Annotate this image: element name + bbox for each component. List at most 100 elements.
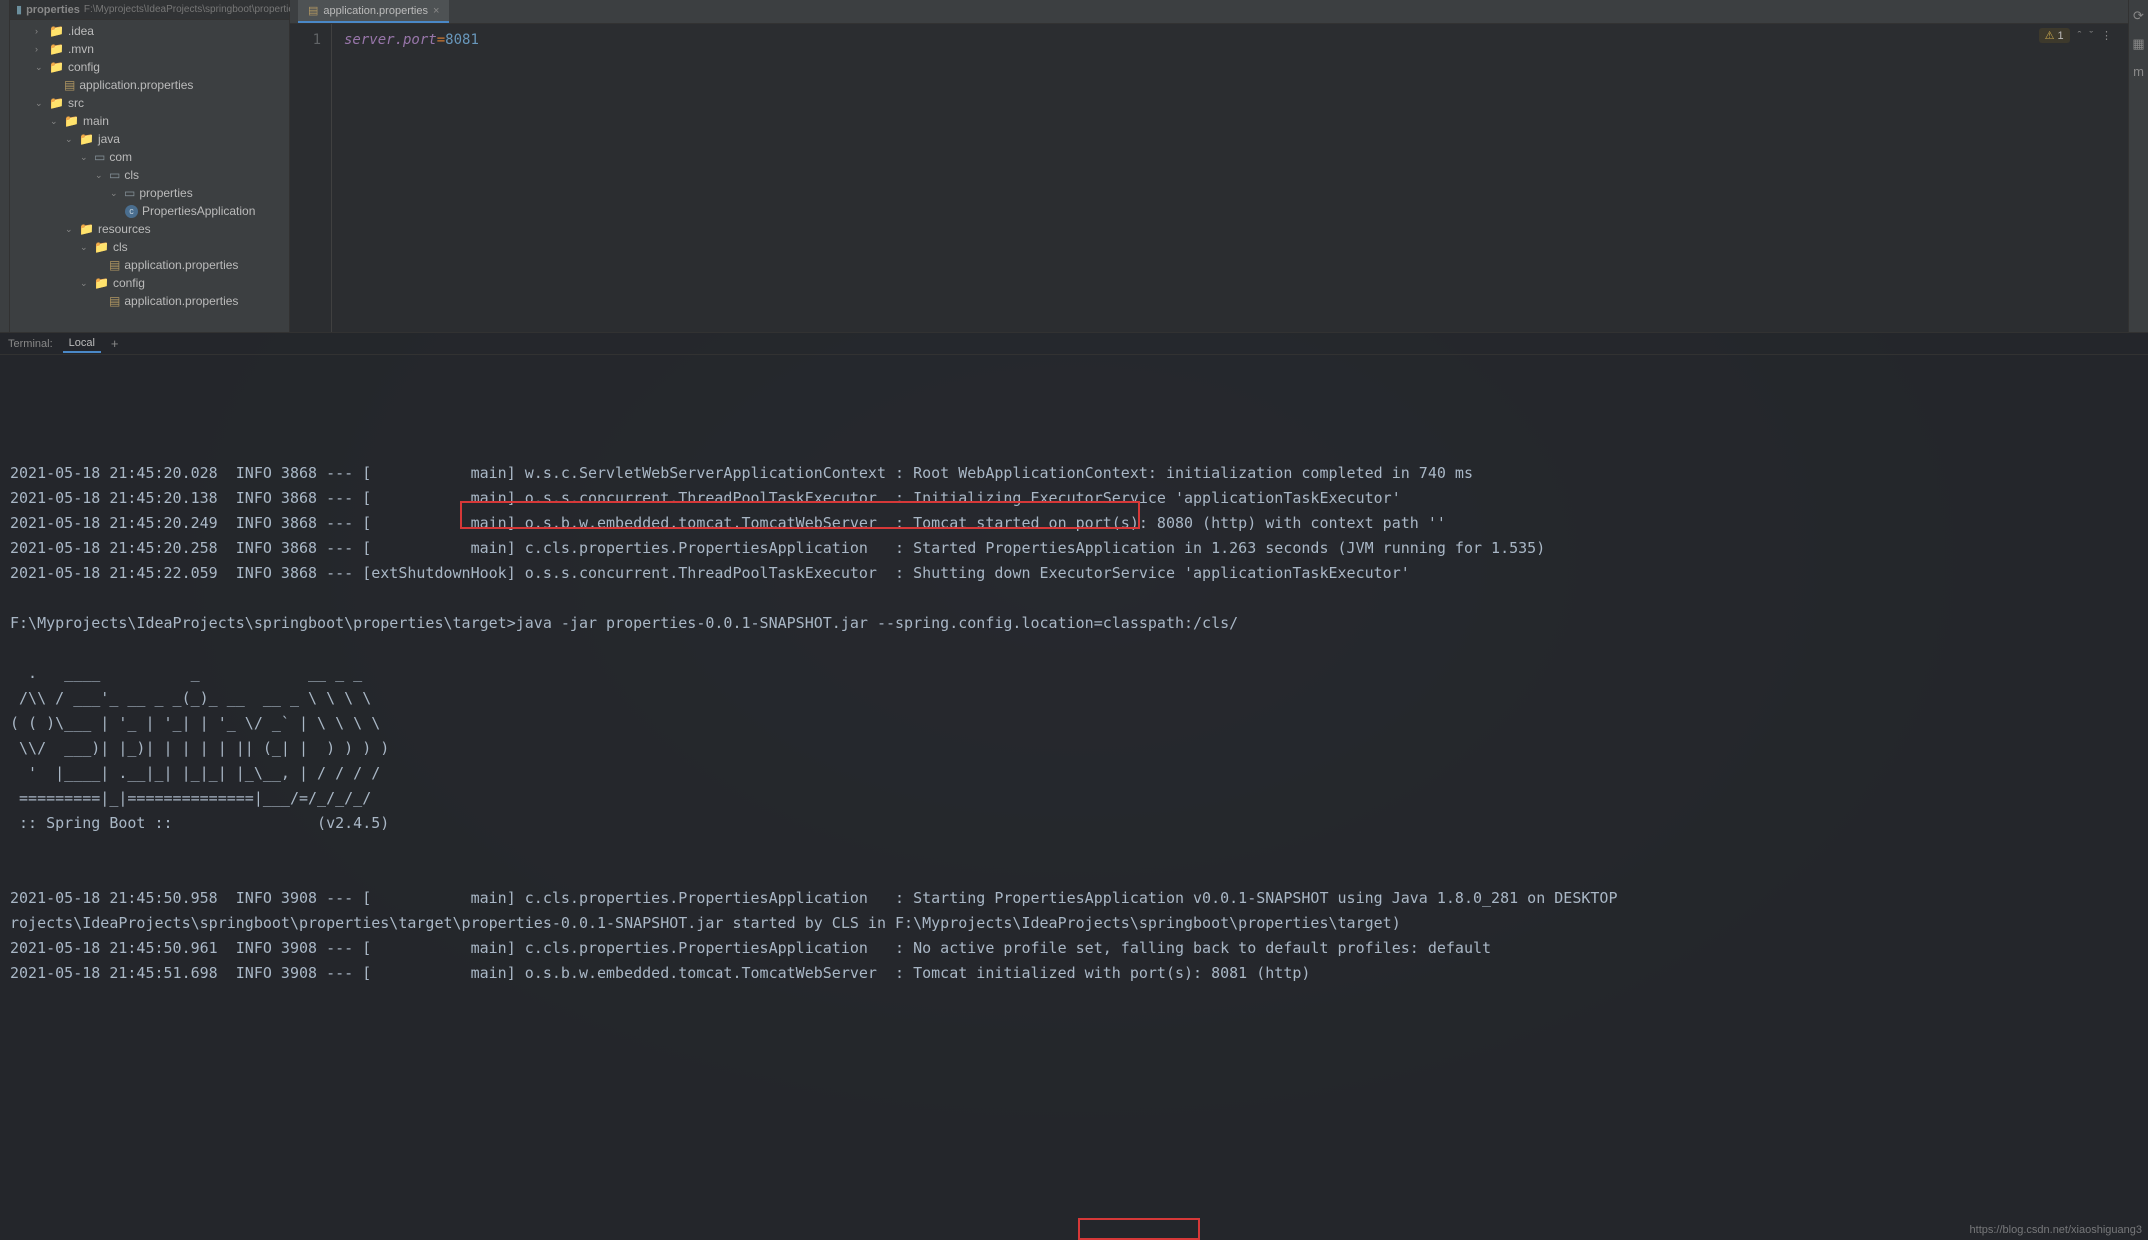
tree-item-config-app[interactable]: ▤application.properties bbox=[10, 76, 289, 94]
tree-item-properties-pkg[interactable]: ⌄▭properties bbox=[10, 184, 289, 202]
terminal-line: 2021-05-18 21:45:22.059 INFO 3868 --- [e… bbox=[10, 561, 2138, 586]
chevron-down-icon: ⌄ bbox=[80, 242, 90, 253]
folder-icon: 📁 bbox=[49, 42, 64, 56]
terminal-line: =========|_|==============|___/=/_/_/_/ bbox=[10, 786, 2138, 811]
project-tree[interactable]: ›📁.idea › 📁 .mvn ⌄ 📁 config ▤ application.pro… bbox=[10, 20, 289, 332]
tree-label: config bbox=[113, 276, 145, 290]
editor-content[interactable]: 1 server.port=8081 ⚠ 1 ˆ ˇ ⋮ bbox=[290, 24, 2128, 332]
refresh-icon[interactable]: ⟳ bbox=[2133, 8, 2144, 24]
properties-file-icon: ▤ bbox=[109, 258, 120, 272]
tree-item-res-cls[interactable]: ⌄📁cls bbox=[10, 238, 289, 256]
terminal-output[interactable]: 2021-05-18 21:45:20.028 INFO 3868 --- [ … bbox=[0, 355, 2148, 1240]
chevron-down-icon: ⌄ bbox=[95, 170, 105, 181]
tree-label: config bbox=[68, 60, 100, 74]
maven-icon[interactable]: m bbox=[2133, 64, 2144, 79]
tab-label: application.properties bbox=[323, 5, 428, 17]
tree-label: .idea bbox=[68, 24, 94, 38]
nav-up-icon[interactable]: ˆ bbox=[2078, 30, 2082, 42]
more-icon[interactable]: ⋮ bbox=[2101, 29, 2112, 42]
folder-icon: ▮ bbox=[16, 3, 22, 16]
db-icon[interactable]: ▦ bbox=[2132, 36, 2144, 52]
tree-label: resources bbox=[98, 222, 151, 236]
terminal-line: 2021-05-18 21:45:20.028 INFO 3868 --- [ … bbox=[10, 461, 2138, 486]
terminal-line: . ____ _ __ _ _ bbox=[10, 661, 2138, 686]
tree-item-res-config[interactable]: ⌄ 📁 config bbox=[10, 274, 289, 292]
chevron-down-icon: ⌄ bbox=[65, 224, 75, 235]
chevron-down-icon: ⌄ bbox=[35, 62, 45, 73]
tree-item-idea[interactable]: ›📁.idea bbox=[10, 22, 289, 40]
tree-label: java bbox=[98, 132, 120, 146]
breadcrumb[interactable]: ▮ properties F:\Myprojects\IdeaProjects\… bbox=[10, 0, 289, 20]
terminal-tabs: Terminal: Local + bbox=[0, 333, 2148, 355]
terminal-line: F:\Myprojects\IdeaProjects\springboot\pr… bbox=[10, 611, 2138, 636]
class-icon: c bbox=[125, 205, 138, 218]
tree-item-res-config-app[interactable]: ▤ application.properties bbox=[10, 292, 289, 310]
annotation-box-port bbox=[1078, 1218, 1200, 1240]
tree-label: com bbox=[109, 150, 132, 164]
right-tool-gutter[interactable]: ⟳ ▦ m bbox=[2128, 0, 2148, 332]
package-icon: ▭ bbox=[94, 150, 105, 164]
folder-icon: 📁 bbox=[79, 132, 94, 146]
tree-item-java[interactable]: ⌄ 📁 java bbox=[10, 130, 289, 148]
warning-icon: ⚠ bbox=[2045, 29, 2055, 42]
tree-item-src[interactable]: ⌄📁src bbox=[10, 94, 289, 112]
terminal-panel: Terminal: Local + 2021-05-18 21:45:20.02… bbox=[0, 332, 2148, 1240]
terminal-line: 2021-05-18 21:45:50.961 INFO 3908 --- [ … bbox=[10, 936, 2138, 961]
terminal-line bbox=[10, 861, 2138, 886]
terminal-title: Terminal: bbox=[8, 338, 53, 350]
tree-label: application.properties bbox=[124, 258, 238, 272]
folder-icon: 📁 bbox=[49, 60, 64, 74]
tree-item-props-app[interactable]: cPropertiesApplication bbox=[10, 202, 289, 220]
nav-down-icon[interactable]: ˇ bbox=[2089, 30, 2093, 42]
terminal-line: 2021-05-18 21:45:20.258 INFO 3868 --- [ … bbox=[10, 536, 2138, 561]
chevron-down-icon: ⌄ bbox=[50, 116, 60, 127]
close-icon[interactable]: × bbox=[433, 5, 439, 17]
tree-item-res-cls-app[interactable]: ▤ application.properties bbox=[10, 256, 289, 274]
properties-file-icon: ▤ bbox=[64, 78, 75, 92]
warning-badge[interactable]: ⚠ 1 bbox=[2039, 28, 2070, 43]
warning-count: 1 bbox=[2058, 30, 2064, 42]
project-name: properties bbox=[26, 4, 80, 16]
terminal-tab-local[interactable]: Local bbox=[63, 335, 101, 353]
add-terminal-icon[interactable]: + bbox=[111, 336, 119, 351]
chevron-down-icon: ⌄ bbox=[65, 134, 75, 145]
folder-icon: 📁 bbox=[64, 114, 79, 128]
editor-inspection-bar: ⚠ 1 ˆ ˇ ⋮ bbox=[2039, 28, 2112, 43]
project-path: F:\Myprojects\IdeaProjects\springboot\pr… bbox=[84, 4, 299, 15]
editor-tabs: ▤ application.properties × bbox=[290, 0, 2128, 24]
tree-label: properties bbox=[139, 186, 192, 200]
tree-item-config[interactable]: ⌄ 📁 config bbox=[10, 58, 289, 76]
tree-item-main[interactable]: ⌄📁main bbox=[10, 112, 289, 130]
properties-file-icon: ▤ bbox=[109, 294, 120, 308]
code-area[interactable]: server.port=8081 bbox=[332, 24, 2128, 332]
terminal-line: 2021-05-18 21:45:50.958 INFO 3908 --- [ … bbox=[10, 886, 2138, 911]
folder-icon: 📁 bbox=[49, 96, 64, 110]
tree-item-resources[interactable]: ⌄ 📁 resources bbox=[10, 220, 289, 238]
chevron-right-icon: › bbox=[35, 26, 45, 36]
terminal-line: ( ( )\___ | '_ | '_| | '_ \/ _` | \ \ \ … bbox=[10, 711, 2138, 736]
editor-area: ▤ application.properties × 1 server.port… bbox=[290, 0, 2128, 332]
tree-item-com[interactable]: ⌄▭com bbox=[10, 148, 289, 166]
tree-item-cls[interactable]: ⌄▭cls bbox=[10, 166, 289, 184]
tree-item-mvn[interactable]: ›📁.mvn bbox=[10, 40, 289, 58]
resources-folder-icon: 📁 bbox=[79, 222, 94, 236]
terminal-line: 2021-05-18 21:45:51.698 INFO 3908 --- [ … bbox=[10, 961, 2138, 986]
package-icon: ▭ bbox=[124, 186, 135, 200]
code-property-key: server.port bbox=[344, 32, 437, 48]
editor-tab-active[interactable]: ▤ application.properties × bbox=[298, 0, 449, 23]
properties-file-icon: ▤ bbox=[308, 4, 318, 17]
watermark: https://blog.csdn.net/xiaoshiguang3 bbox=[1970, 1224, 2142, 1236]
folder-icon: 📁 bbox=[94, 276, 109, 290]
left-tool-gutter[interactable] bbox=[0, 0, 10, 332]
tree-label: src bbox=[68, 96, 84, 110]
tree-label: .mvn bbox=[68, 42, 94, 56]
terminal-line: /\\ / ___'_ __ _ _(_)_ __ __ _ \ \ \ \ bbox=[10, 686, 2138, 711]
terminal-line bbox=[10, 636, 2138, 661]
tree-label: application.properties bbox=[124, 294, 238, 308]
terminal-line: \\/ ___)| |_)| | | | | || (_| | ) ) ) ) bbox=[10, 736, 2138, 761]
terminal-line: ' |____| .__|_| |_|_| |_\__, | / / / / bbox=[10, 761, 2138, 786]
chevron-down-icon: ⌄ bbox=[80, 278, 90, 289]
line-gutter: 1 bbox=[290, 24, 332, 332]
tree-label: cls bbox=[113, 240, 128, 254]
code-equals: = bbox=[437, 32, 445, 48]
